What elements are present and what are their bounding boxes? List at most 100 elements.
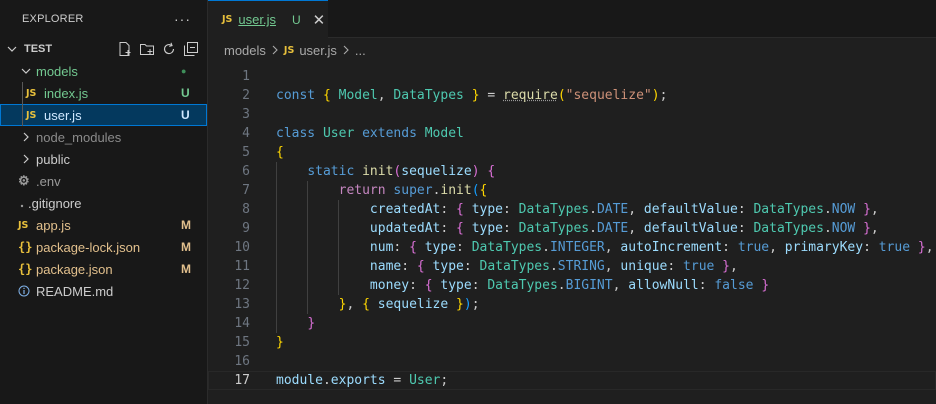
line-number: 12	[234, 278, 250, 293]
code-token: =	[479, 88, 504, 103]
code-token: return	[338, 183, 394, 198]
code-token: const	[276, 88, 323, 103]
code-token: .	[549, 259, 558, 274]
code-line[interactable]: 2 const { Model, DataTypes } = require("s…	[208, 86, 936, 105]
code-line[interactable]: 13 }, { sequelize });	[208, 295, 936, 314]
javascript-file-icon: JS	[26, 109, 37, 121]
code-token: ;	[471, 297, 480, 312]
indent-guide	[307, 276, 309, 295]
git-status-badge: M	[181, 218, 191, 232]
indent-guide	[307, 219, 309, 238]
code-line[interactable]: 3	[208, 105, 936, 124]
code-line[interactable]: 9 updatedAt: { type: DataTypes.DATE, def…	[208, 219, 936, 238]
line-number: 16	[234, 354, 250, 369]
code-line[interactable]: 14 }	[208, 314, 936, 333]
code-text: }	[276, 314, 315, 333]
tree-item-user-js[interactable]: JS user.js U	[0, 104, 207, 126]
tree-item-package-json[interactable]: {} package.json M	[0, 258, 207, 280]
close-icon[interactable]: ✕	[313, 11, 326, 29]
code-token: sequelize	[377, 297, 449, 312]
code-token: Model	[424, 126, 464, 141]
code-token: defaultValue	[643, 221, 738, 236]
code-line[interactable]: 7 return super.init({	[208, 181, 936, 200]
code-token: ,	[612, 278, 629, 293]
tab-user-js[interactable]: JS user.js U ✕	[208, 0, 328, 38]
line-number: 8	[242, 202, 250, 217]
code-line[interactable]: 16	[208, 352, 936, 371]
code-text: createdAt: { type: DataTypes.DATE, defau…	[276, 200, 879, 219]
chevron-down-icon[interactable]	[4, 44, 20, 54]
tree-item-env[interactable]: ⚙ .env	[0, 170, 207, 192]
tree-item-app-js[interactable]: JS app.js M	[0, 214, 207, 236]
javascript-file-icon: JS	[222, 14, 233, 25]
code-token: super	[393, 183, 433, 198]
code-line[interactable]: 17 module.exports = User;	[208, 371, 936, 390]
code-token: {	[456, 221, 472, 236]
breadcrumb-symbol[interactable]: ...	[355, 43, 366, 58]
new-folder-icon[interactable]	[139, 41, 155, 57]
code-token: DataTypes	[518, 221, 590, 236]
indent-guide	[276, 257, 277, 276]
tree-item-label: user.js	[44, 107, 82, 123]
code-line[interactable]: 11 name: { type: DataTypes.STRING, uniqu…	[208, 257, 936, 276]
explorer-title: EXPLORER	[22, 13, 84, 25]
tree-item-node-modules[interactable]: node_modules	[0, 126, 207, 148]
code-token: }	[753, 278, 770, 293]
breadcrumb-folder[interactable]: models	[224, 43, 266, 58]
code-token: .	[542, 240, 550, 255]
code-line[interactable]: 12 money: { type: DataTypes.BIGINT, allo…	[208, 276, 936, 295]
new-file-icon[interactable]	[117, 41, 133, 57]
code-line[interactable]: 1	[208, 67, 936, 86]
tree-item-label: node_modules	[36, 129, 122, 145]
git-status-badge: M	[181, 262, 191, 276]
code-token: }	[910, 240, 926, 255]
code-token: ,	[604, 240, 621, 255]
code-token: exports	[330, 373, 386, 388]
code-token: DATE	[596, 221, 629, 236]
workspace-root[interactable]: TEST	[0, 38, 207, 60]
code-token: ,	[730, 259, 738, 274]
indent-guide	[338, 276, 340, 295]
code-token: :	[456, 240, 472, 255]
code-token: type	[471, 202, 503, 217]
code-line[interactable]: 8 createdAt: { type: DataTypes.DATE, def…	[208, 200, 936, 219]
tree-item-public[interactable]: public	[0, 148, 207, 170]
tree-item-package-lock-json[interactable]: {} package-lock.json M	[0, 236, 207, 258]
line-number: 2	[242, 88, 250, 103]
code-token: =	[385, 373, 410, 388]
code-token: :	[463, 259, 480, 274]
code-line[interactable]: 10 num: { type: DataTypes.INTEGER, autoI…	[208, 238, 936, 257]
line-number: 14	[234, 316, 250, 331]
indent-guide	[338, 219, 340, 238]
code-line[interactable]: 4 class User extends Model	[208, 124, 936, 143]
code-line[interactable]: 15}	[208, 333, 936, 352]
code-token: true	[737, 240, 770, 255]
indent-guide	[22, 82, 23, 104]
code-line[interactable]: 6 static init(sequelize) {	[208, 162, 936, 181]
code-token: .	[557, 278, 566, 293]
code-line[interactable]: 5{	[208, 143, 936, 162]
code-token: ;	[440, 373, 449, 388]
tree-item-index-js[interactable]: JS index.js U	[0, 82, 207, 104]
indent-guide	[276, 238, 277, 257]
more-actions-icon[interactable]: ···	[174, 11, 191, 27]
code-token: }	[448, 297, 464, 312]
explorer-sidebar: EXPLORER ··· TEST models ● JS index.js U…	[0, 0, 208, 404]
tree-item-gitignore[interactable]: .gitignore	[0, 192, 207, 214]
code-token: {	[487, 164, 496, 179]
refresh-icon[interactable]	[161, 41, 177, 57]
code-editor[interactable]: 1 2 const { Model, DataTypes } = require("…	[208, 62, 936, 404]
code-token: ,	[604, 259, 621, 274]
code-token: ,	[628, 202, 644, 217]
breadcrumb-file[interactable]: user.js	[299, 43, 337, 58]
tree-item-readme-md[interactable]: README.md	[0, 280, 207, 302]
code-text: {	[276, 143, 284, 162]
indent-guide	[338, 200, 340, 219]
code-token: ,	[346, 297, 363, 312]
tree-item-models[interactable]: models ●	[0, 60, 207, 82]
collapse-all-icon[interactable]	[183, 41, 199, 57]
code-token: .	[823, 202, 832, 217]
code-token: NOW	[831, 202, 856, 217]
code-token: BIGINT	[565, 278, 613, 293]
